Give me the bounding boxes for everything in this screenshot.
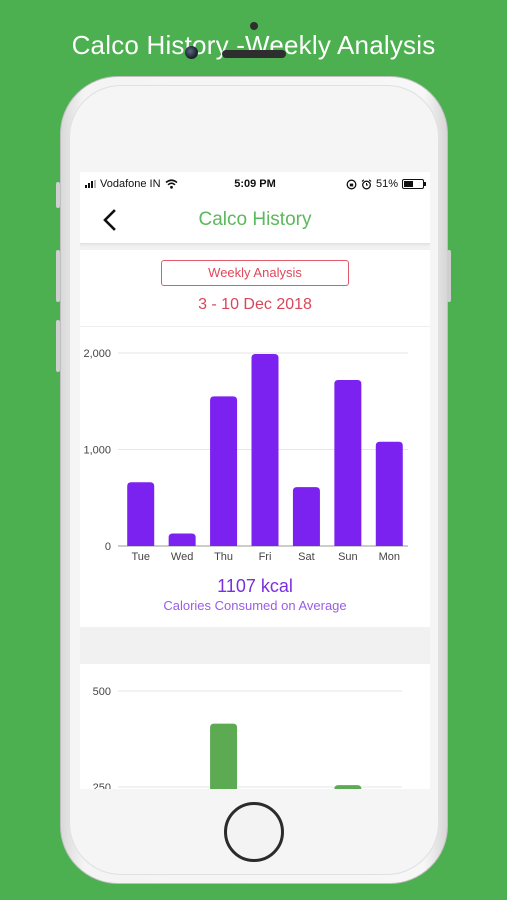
battery-percentage: 51% xyxy=(375,178,398,190)
x-tick-label: Sun xyxy=(338,551,358,563)
average-calories-caption: Calories Consumed on Average xyxy=(163,598,347,613)
card-divider xyxy=(80,326,430,327)
bar xyxy=(210,396,238,546)
bar xyxy=(292,487,320,546)
status-bar: Vodafone IN 5:09 PM 51% xyxy=(80,172,430,196)
proximity-sensor xyxy=(250,22,258,30)
weekly-analysis-card: Weekly Analysis 3 - 10 Dec 2018 0 1,000 2,… xyxy=(80,250,430,627)
y-tick-label: 2,000 xyxy=(83,348,111,360)
bar xyxy=(127,482,155,546)
x-tick-label: Thu xyxy=(214,551,233,563)
volume-down-button xyxy=(56,320,60,372)
calories-bar-chart: 0 1,000 2,000 Tue Wed Thu Fri Sat Sun Mon xyxy=(83,348,408,563)
power-button xyxy=(447,250,451,302)
volume-up-button xyxy=(56,250,60,302)
home-button[interactable] xyxy=(224,802,284,862)
x-tick-label: Sat xyxy=(298,551,315,563)
secondary-chart-card: 250 500 xyxy=(80,664,430,789)
y-tick-label: 0 xyxy=(105,541,111,553)
earpiece-speaker xyxy=(222,50,286,58)
x-tick-label: Mon xyxy=(379,551,400,563)
x-tick-label: Fri xyxy=(259,551,272,563)
secondary-bar-chart: 250 500 xyxy=(93,686,402,789)
navigation-bar: Calco History xyxy=(80,196,430,244)
page-title: Calco History xyxy=(198,209,312,230)
bar xyxy=(334,380,362,546)
bar xyxy=(210,723,238,789)
mute-switch xyxy=(56,182,60,208)
average-calories-value: 1107 kcal xyxy=(217,576,293,596)
battery-icon xyxy=(402,179,426,189)
bar xyxy=(334,785,362,789)
bar xyxy=(168,533,196,546)
bar xyxy=(251,353,279,546)
y-tick-label: 250 xyxy=(93,782,111,789)
rotation-lock-icon xyxy=(346,179,357,189)
y-tick-label: 500 xyxy=(93,686,111,698)
weekly-analysis-button[interactable]: Weekly Analysis xyxy=(161,260,349,286)
app-screen: Vodafone IN 5:09 PM 51% Calco History We… xyxy=(80,172,430,789)
y-tick-label: 1,000 xyxy=(83,445,111,457)
x-tick-label: Tue xyxy=(131,551,150,563)
bar xyxy=(375,441,403,546)
x-tick-label: Wed xyxy=(171,551,193,563)
front-camera xyxy=(185,46,198,59)
date-range: 3 - 10 Dec 2018 xyxy=(198,296,312,313)
alarm-icon xyxy=(361,178,372,189)
